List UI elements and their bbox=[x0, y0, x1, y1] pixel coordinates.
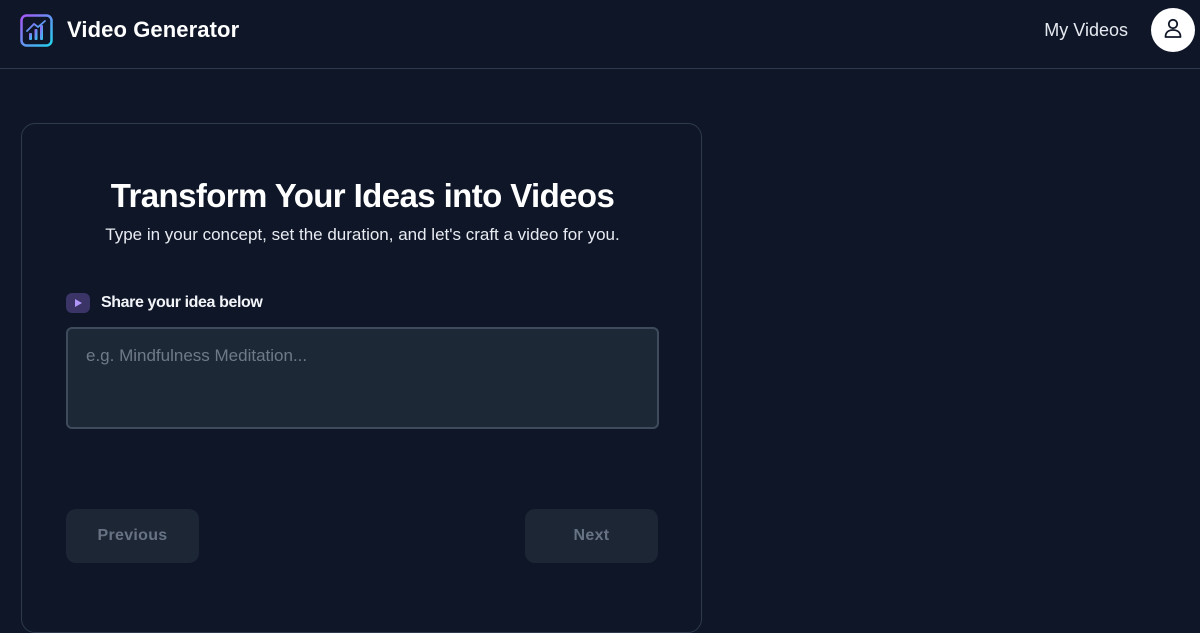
video-generator-card: Transform Your Ideas into Videos Type in… bbox=[21, 123, 702, 633]
idea-input[interactable] bbox=[66, 327, 659, 429]
play-icon bbox=[66, 293, 90, 313]
previous-button[interactable]: Previous bbox=[66, 509, 199, 563]
app-title: Video Generator bbox=[67, 17, 240, 42]
analytics-logo-icon[interactable] bbox=[20, 14, 53, 47]
my-videos-link[interactable]: My Videos bbox=[1044, 18, 1128, 42]
page-title: Transform Your Ideas into Videos bbox=[110, 177, 615, 214]
user-icon bbox=[1164, 18, 1182, 43]
next-button[interactable]: Next bbox=[525, 509, 658, 563]
idea-label: Share your idea below bbox=[101, 294, 263, 311]
user-avatar-button[interactable] bbox=[1151, 8, 1195, 52]
page-subtitle: Type in your concept, set the duration, … bbox=[105, 225, 620, 244]
idea-label-row: Share your idea below bbox=[66, 291, 263, 315]
top-bar: Video Generator My Videos bbox=[0, 0, 1200, 69]
